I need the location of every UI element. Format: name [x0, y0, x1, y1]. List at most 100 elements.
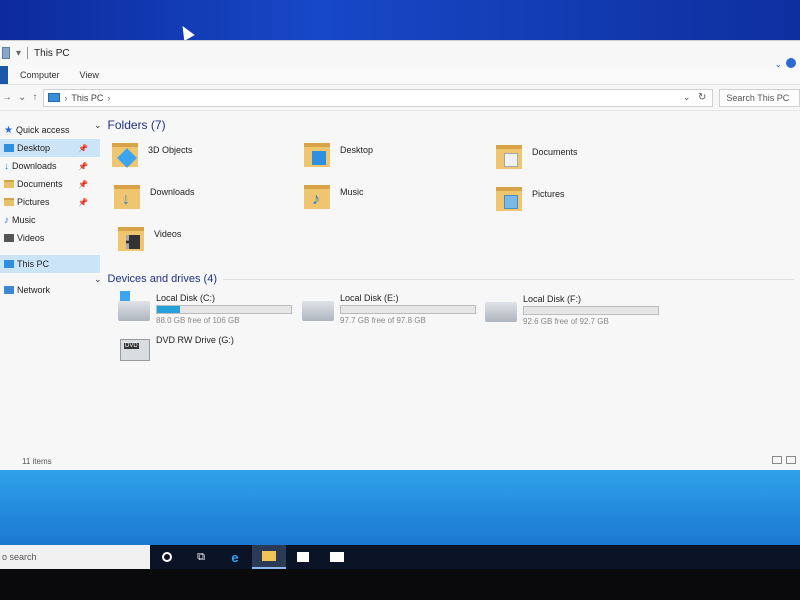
folder-documents[interactable]: Documents	[496, 141, 676, 181]
nav-item-desktop[interactable]: Desktop 📌	[0, 139, 100, 157]
large-icons-view-icon[interactable]	[786, 456, 796, 464]
downloads-icon: ↓	[4, 160, 9, 172]
taskbar-search[interactable]: o search	[0, 545, 150, 569]
address-bar-row: → ⌄ ↑ › This PC › ⌄ ↻ Search This PC	[0, 85, 800, 111]
folder-label: Pictures	[532, 189, 565, 199]
file-explorer-button[interactable]	[252, 545, 286, 569]
file-explorer-icon	[262, 551, 276, 561]
folder-pictures[interactable]: Pictures	[496, 183, 676, 223]
tab-computer[interactable]: Computer	[12, 70, 68, 80]
address-bar[interactable]: › This PC › ⌄ ↻	[43, 88, 714, 107]
details-view-icon[interactable]	[772, 456, 782, 464]
title-bar[interactable]: ▾ This PC	[0, 41, 800, 65]
file-tab[interactable]	[0, 65, 8, 84]
nav-item-this-pc[interactable]: This PC	[0, 255, 100, 273]
nav-item-label: Pictures	[17, 197, 50, 207]
drive-free-space: 92.6 GB free of 92.7 GB	[523, 317, 609, 326]
drive-name: Local Disk (C:)	[156, 293, 216, 303]
window-title: This PC	[34, 47, 70, 59]
nav-item-videos[interactable]: Videos	[0, 229, 100, 247]
music-icon: ♪	[4, 214, 9, 226]
nav-quick-access-label: Quick access	[15, 125, 70, 135]
collapse-chevron-icon[interactable]: ⌄	[94, 274, 102, 285]
nav-item-pictures[interactable]: Pictures 📌	[0, 193, 100, 211]
pin-icon[interactable]: 📌	[78, 198, 88, 207]
folder-music[interactable]: ♪ Music	[304, 181, 484, 221]
drive-name: Local Disk (F:)	[523, 294, 582, 304]
nav-quick-access[interactable]: ★ Quick access	[0, 121, 100, 139]
drive-free-space: 88.0 GB free of 106 GB	[156, 316, 240, 325]
desktop-icon	[4, 144, 14, 152]
nav-item-label: Desktop	[17, 143, 51, 153]
folders-group-header[interactable]: ⌄ Folders (7)	[92, 113, 800, 137]
pictures-folder-icon	[496, 183, 524, 213]
address-path[interactable]: This PC	[71, 93, 103, 103]
up-arrow-icon[interactable]: ↑	[32, 92, 37, 103]
nav-item-downloads[interactable]: ↓ Downloads 📌	[0, 157, 100, 175]
cortana-button[interactable]	[150, 545, 184, 569]
drive-usage-bar	[156, 305, 292, 314]
edge-icon: e	[231, 549, 239, 565]
folders-grid: 3D Objects Desktop Documents ↓ Downloads…	[92, 137, 800, 267]
content-pane: ⌄ Folders (7) 3D Objects Desktop Documen…	[92, 113, 800, 452]
pin-icon[interactable]: 📌	[78, 144, 88, 153]
nav-item-label: Downloads	[12, 161, 57, 171]
refresh-icon[interactable]: ↻	[698, 92, 706, 103]
drive-name: DVD RW Drive (G:)	[156, 335, 234, 345]
drive-usage-bar	[523, 306, 659, 315]
drive-usage-bar	[340, 305, 476, 314]
drive-icon	[302, 301, 334, 321]
search-input[interactable]: Search This PC	[719, 88, 800, 107]
nav-item-documents[interactable]: Documents 📌	[0, 175, 100, 193]
folder-videos[interactable]: Videos	[118, 223, 298, 263]
drive-free-space: 97.7 GB free of 97.8 GB	[340, 316, 426, 325]
path-chevron-icon[interactable]: ›	[64, 93, 67, 103]
monitor-bezel	[0, 569, 800, 600]
folder-label: Documents	[532, 147, 578, 157]
edge-button[interactable]: e	[218, 545, 252, 569]
task-view-icon: ⧉	[197, 550, 205, 563]
folder-label: 3D Objects	[148, 145, 193, 155]
help-icon[interactable]	[786, 58, 796, 68]
folder-label: Videos	[154, 229, 182, 239]
drive-f[interactable]: Local Disk (F:) 92.6 GB free of 92.7 GB	[485, 294, 675, 334]
drive-e[interactable]: Local Disk (E:) 97.7 GB free of 97.8 GB	[302, 293, 492, 333]
toolbar-dropdown-icon[interactable]: ▾	[16, 48, 21, 59]
pictures-icon	[4, 198, 14, 206]
windows-drive-icon	[118, 291, 150, 321]
address-dropdown-icon[interactable]: ⌄	[683, 92, 691, 103]
task-view-button[interactable]: ⧉	[184, 545, 218, 569]
tab-view[interactable]: View	[72, 70, 107, 80]
nav-item-label: Network	[17, 285, 51, 295]
store-button[interactable]	[286, 545, 320, 569]
file-explorer-window: ▾ This PC Computer View ⌄ → ⌄ ↑ › This P…	[0, 40, 800, 470]
drive-dvd[interactable]: DVD DVD RW Drive (G:)	[120, 335, 310, 375]
network-icon	[4, 286, 14, 294]
drives-group-header[interactable]: ⌄ Devices and drives (4)	[92, 267, 800, 291]
3d-objects-folder-icon	[112, 139, 140, 169]
item-count: 11 items	[22, 456, 52, 466]
folder-3d-objects[interactable]: 3D Objects	[112, 139, 292, 179]
documents-folder-icon	[496, 141, 524, 171]
nav-item-label: This PC	[17, 259, 50, 269]
expand-ribbon-icon[interactable]: ⌄	[774, 59, 782, 70]
navigation-pane: ★ Quick access Desktop 📌 ↓ Downloads 📌 D…	[0, 113, 100, 452]
path-chevron-icon[interactable]: ›	[107, 93, 110, 103]
collapse-chevron-icon[interactable]: ⌄	[94, 120, 102, 131]
nav-item-network[interactable]: Network	[0, 281, 100, 299]
pin-icon[interactable]: 📌	[78, 180, 88, 189]
pin-icon[interactable]: 📌	[78, 162, 88, 171]
recent-locations-icon[interactable]: ⌄	[18, 92, 26, 103]
mail-button[interactable]	[320, 545, 354, 569]
quick-access-toolbar-icon[interactable]	[2, 47, 10, 59]
group-divider	[222, 278, 794, 280]
folder-downloads[interactable]: ↓ Downloads	[114, 181, 294, 221]
drive-usage-fill	[157, 306, 180, 313]
folder-desktop[interactable]: Desktop	[304, 139, 484, 179]
nav-item-music[interactable]: ♪ Music	[0, 211, 100, 229]
folder-label: Music	[340, 187, 364, 197]
forward-arrow-icon[interactable]: →	[2, 92, 12, 103]
dvd-badge: DVD	[124, 343, 139, 349]
drive-c[interactable]: Local Disk (C:) 88.0 GB free of 106 GB	[118, 291, 308, 333]
taskbar-search-placeholder: o search	[2, 552, 37, 562]
